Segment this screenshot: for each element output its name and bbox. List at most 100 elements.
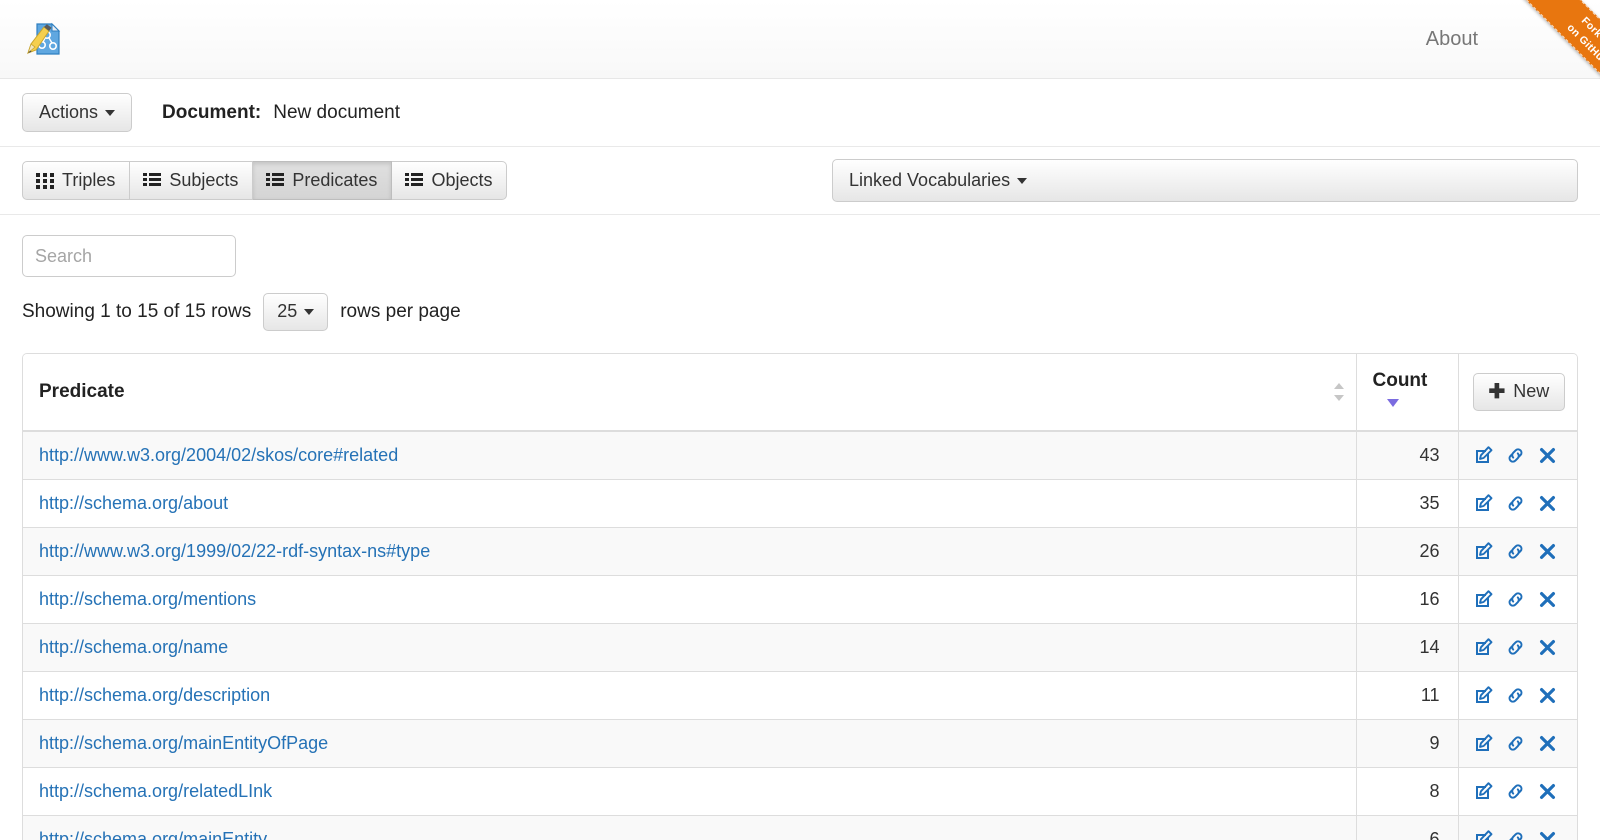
cell-predicate: http://www.w3.org/1999/02/22-rdf-syntax-… [23, 527, 1356, 575]
rows-per-page-label: rows per page [340, 301, 460, 323]
tab-triples[interactable]: Triples [22, 161, 130, 201]
predicate-uri-link[interactable]: http://schema.org/description [39, 685, 270, 705]
predicate-uri-link[interactable]: http://www.w3.org/2004/02/skos/core#rela… [39, 445, 398, 465]
cell-actions [1458, 623, 1577, 671]
cell-predicate: http://schema.org/name [23, 623, 1356, 671]
cell-predicate: http://schema.org/relatedLInk [23, 767, 1356, 815]
cell-count: 9 [1356, 719, 1458, 767]
column-header-predicate[interactable]: Predicate [23, 354, 1356, 431]
delete-icon[interactable] [1537, 445, 1558, 466]
cell-predicate: http://schema.org/about [23, 479, 1356, 527]
link-icon[interactable] [1505, 493, 1526, 514]
link-icon[interactable] [1505, 733, 1526, 754]
delete-icon[interactable] [1537, 781, 1558, 802]
cell-count: 11 [1356, 671, 1458, 719]
predicate-uri-link[interactable]: http://schema.org/about [39, 493, 228, 513]
predicate-uri-link[interactable]: http://schema.org/name [39, 637, 228, 657]
link-icon[interactable] [1505, 445, 1526, 466]
edit-icon[interactable] [1473, 541, 1494, 562]
table-row: http://schema.org/relatedLInk8 [23, 767, 1577, 815]
linked-vocabularies-dropdown[interactable]: Linked Vocabularies [832, 159, 1578, 203]
delete-icon[interactable] [1537, 733, 1558, 754]
edit-icon[interactable] [1473, 637, 1494, 658]
search-row [22, 215, 1578, 277]
sort-both-icon [1334, 383, 1344, 401]
predicate-uri-link[interactable]: http://schema.org/relatedLInk [39, 781, 272, 801]
delete-icon[interactable] [1537, 589, 1558, 610]
table-body: http://www.w3.org/2004/02/skos/core#rela… [23, 431, 1577, 840]
actions-dropdown-button[interactable]: Actions [22, 93, 132, 133]
tab-predicates-label: Predicates [292, 171, 377, 191]
rows-per-page-select[interactable]: 25 [263, 293, 328, 331]
link-icon[interactable] [1505, 685, 1526, 706]
table-row: http://www.w3.org/1999/02/22-rdf-syntax-… [23, 527, 1577, 575]
link-icon[interactable] [1505, 637, 1526, 658]
predicates-table: Predicate Count ✚ New http://ww [23, 354, 1577, 840]
sort-descending-icon [1387, 399, 1399, 407]
link-icon[interactable] [1505, 829, 1526, 840]
predicate-uri-link[interactable]: http://schema.org/mentions [39, 589, 256, 609]
document-bar: Actions Document: New document [0, 79, 1600, 147]
edit-icon[interactable] [1473, 829, 1494, 840]
nav-link-about[interactable]: About [1412, 20, 1492, 59]
cell-actions [1458, 431, 1577, 480]
cell-predicate: http://schema.org/mainEntity [23, 815, 1356, 840]
table-row: http://schema.org/mainEntity 6 [23, 815, 1577, 840]
tab-subjects[interactable]: Subjects [130, 161, 253, 201]
edit-icon[interactable] [1473, 589, 1494, 610]
search-input[interactable] [22, 235, 236, 277]
cell-count: 14 [1356, 623, 1458, 671]
cell-actions [1458, 479, 1577, 527]
view-tab-group: Triples Subjects [22, 161, 507, 201]
delete-icon[interactable] [1537, 541, 1558, 562]
predicate-uri-link[interactable]: http://schema.org/mainEntityOfPage [39, 733, 328, 753]
plus-icon: ✚ [1489, 382, 1506, 402]
table-row: http://schema.org/mainEntityOfPage 9 [23, 719, 1577, 767]
delete-icon[interactable] [1537, 637, 1558, 658]
grid-icon [36, 172, 54, 190]
cell-count: 35 [1356, 479, 1458, 527]
actions-label: Actions [39, 102, 98, 122]
column-header-count[interactable]: Count [1356, 354, 1458, 431]
predicates-table-container: Predicate Count ✚ New http://ww [22, 353, 1578, 840]
brand-logo[interactable] [22, 17, 66, 61]
table-head: Predicate Count ✚ New [23, 354, 1577, 431]
list-icon [143, 172, 161, 190]
edit-icon[interactable] [1473, 493, 1494, 514]
cell-actions [1458, 719, 1577, 767]
cell-count: 16 [1356, 575, 1458, 623]
view-toolbar: Triples Subjects [0, 147, 1600, 215]
edit-icon[interactable] [1473, 781, 1494, 802]
cell-actions [1458, 575, 1577, 623]
edit-icon[interactable] [1473, 445, 1494, 466]
predicate-uri-link[interactable]: http://schema.org/mainEntity [39, 829, 267, 840]
list-icon [266, 172, 284, 190]
document-label: Document: [162, 102, 261, 124]
edit-icon[interactable] [1473, 733, 1494, 754]
linked-vocabularies-label: Linked Vocabularies [849, 170, 1010, 190]
cell-predicate: http://schema.org/description [23, 671, 1356, 719]
fork-me-on-github-ribbon[interactable]: Fork me on GitHub [1496, 0, 1600, 104]
rows-per-page-value: 25 [277, 301, 297, 321]
predicate-uri-link[interactable]: http://www.w3.org/1999/02/22-rdf-syntax-… [39, 541, 430, 561]
delete-icon[interactable] [1537, 829, 1558, 840]
delete-icon[interactable] [1537, 685, 1558, 706]
column-header-actions: ✚ New [1458, 354, 1577, 431]
link-icon[interactable] [1505, 781, 1526, 802]
edit-icon[interactable] [1473, 685, 1494, 706]
cell-count: 6 [1356, 815, 1458, 840]
pagination-row: Showing 1 to 15 of 15 rows 25 rows per p… [22, 293, 1578, 331]
document-title[interactable]: New document [273, 102, 400, 124]
table-row: http://www.w3.org/2004/02/skos/core#rela… [23, 431, 1577, 480]
table-row: http://schema.org/name 14 [23, 623, 1577, 671]
top-navbar: About Fork me on GitHub [0, 0, 1600, 79]
chevron-down-icon [304, 309, 314, 315]
new-predicate-button[interactable]: ✚ New [1473, 373, 1566, 411]
tab-predicates[interactable]: Predicates [253, 161, 392, 201]
tab-objects-label: Objects [431, 171, 492, 191]
tab-objects[interactable]: Objects [392, 161, 507, 201]
list-icon [405, 172, 423, 190]
link-icon[interactable] [1505, 589, 1526, 610]
link-icon[interactable] [1505, 541, 1526, 562]
delete-icon[interactable] [1537, 493, 1558, 514]
